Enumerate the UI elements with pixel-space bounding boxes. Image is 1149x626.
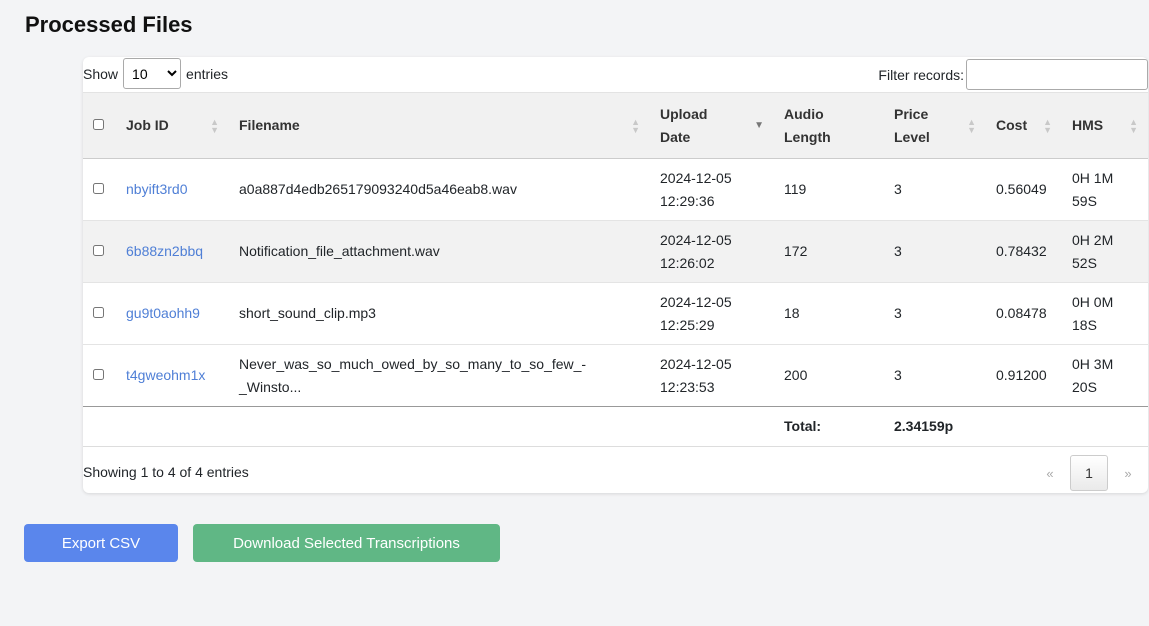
column-header-cost[interactable]: Cost ▲ ▼ xyxy=(986,92,1062,159)
filename-cell: Notification_file_attachment.wav xyxy=(239,243,440,259)
column-header-job-id[interactable]: Job ID ▲ ▼ xyxy=(116,92,229,159)
cost-cell: 0.08478 xyxy=(996,305,1047,321)
filename-cell: Never_was_so_much_owed_by_so_many_to_so_… xyxy=(239,355,587,395)
row-select-checkbox[interactable] xyxy=(93,369,104,380)
row-select-checkbox[interactable] xyxy=(93,245,104,256)
pagination: « 1 » xyxy=(1030,454,1148,492)
hms-cell: 0H 1M 59S xyxy=(1072,169,1114,209)
cost-cell: 0.91200 xyxy=(996,367,1047,383)
sort-both-icon: ▲ ▼ xyxy=(1043,116,1052,135)
price-level-cell: 3 xyxy=(894,243,902,259)
sort-both-icon: ▲ ▼ xyxy=(631,116,640,135)
sort-desc-icon: ▼ xyxy=(754,119,764,131)
processed-files-table-card: Show 10 25 50 100 entries Filter records… xyxy=(83,57,1148,493)
table-info: Showing 1 to 4 of 4 entries xyxy=(83,464,249,480)
hms-cell: 0H 2M 52S xyxy=(1072,231,1114,271)
page-title: Processed Files xyxy=(25,12,193,37)
filename-cell: short_sound_clip.mp3 xyxy=(239,305,376,321)
job-id-link[interactable]: t4gweohm1x xyxy=(126,367,205,383)
audio-length-cell: 18 xyxy=(784,305,800,321)
upload-date-cell: 2024-12-05 12:23:53 xyxy=(660,355,732,395)
next-page-button[interactable]: » xyxy=(1108,466,1148,481)
filter-control: Filter records: xyxy=(878,57,1148,92)
select-all-checkbox[interactable] xyxy=(93,119,104,130)
price-level-cell: 3 xyxy=(894,367,902,383)
table-row: gu9t0aohh9 short_sound_clip.mp3 2024-12-… xyxy=(83,282,1148,345)
filename-cell: a0a887d4edb265179093240d5a46eab8.wav xyxy=(239,181,517,197)
total-value: 2.34159p xyxy=(894,418,954,434)
show-label: Show xyxy=(83,65,119,82)
table-row: 6b88zn2bbq Notification_file_attachment.… xyxy=(83,220,1148,283)
filter-label: Filter records: xyxy=(878,66,964,83)
hms-cell: 0H 3M 20S xyxy=(1072,355,1114,395)
column-header-upload-date[interactable]: Upload Date ▼ xyxy=(650,92,774,159)
processed-files-table: Job ID ▲ ▼ Filename ▲ ▼ Upload Date ▼ Audio Len… xyxy=(83,92,1148,447)
price-level-cell: 3 xyxy=(894,305,902,321)
table-row: t4gweohm1x Never_was_so_much_owed_by_so_… xyxy=(83,344,1148,407)
job-id-link[interactable]: gu9t0aohh9 xyxy=(126,305,200,321)
cost-cell: 0.78432 xyxy=(996,243,1047,259)
entries-label: entries xyxy=(186,65,229,82)
table-footer-row: Total: 2.34159p xyxy=(83,407,1148,447)
export-csv-button[interactable]: Export CSV xyxy=(24,524,178,562)
row-select-checkbox[interactable] xyxy=(93,183,104,194)
total-label: Total: xyxy=(784,418,822,434)
column-header-price-level[interactable]: Price Level ▲ ▼ xyxy=(884,92,986,159)
table-header-row: Job ID ▲ ▼ Filename ▲ ▼ Upload Date ▼ Audio Len… xyxy=(83,92,1148,159)
audio-length-cell: 200 xyxy=(784,367,808,383)
row-select-checkbox[interactable] xyxy=(93,307,104,318)
price-level-cell: 3 xyxy=(894,181,902,197)
column-header-audio-length[interactable]: Audio Length xyxy=(774,92,884,159)
sort-both-icon: ▲ ▼ xyxy=(210,116,219,135)
page-length-control: Show 10 25 50 100 entries xyxy=(83,57,228,90)
previous-page-button[interactable]: « xyxy=(1030,466,1070,481)
table-row: nbyift3rd0 a0a887d4edb265179093240d5a46e… xyxy=(83,158,1148,221)
filter-input[interactable] xyxy=(966,59,1148,90)
column-header-filename[interactable]: Filename ▲ ▼ xyxy=(229,92,650,159)
sort-both-icon: ▲ ▼ xyxy=(1129,116,1138,135)
column-header-hms[interactable]: HMS ▲ ▼ xyxy=(1062,92,1148,159)
job-id-link[interactable]: nbyift3rd0 xyxy=(126,181,187,197)
page-length-select[interactable]: 10 25 50 100 xyxy=(123,58,182,89)
upload-date-cell: 2024-12-05 12:25:29 xyxy=(660,293,732,333)
hms-cell: 0H 0M 18S xyxy=(1072,293,1114,333)
page-1-button[interactable]: 1 xyxy=(1070,455,1108,491)
upload-date-cell: 2024-12-05 12:26:02 xyxy=(660,231,732,271)
audio-length-cell: 172 xyxy=(784,243,808,259)
audio-length-cell: 119 xyxy=(784,181,807,197)
sort-both-icon: ▲ ▼ xyxy=(967,116,976,135)
job-id-link[interactable]: 6b88zn2bbq xyxy=(126,243,203,259)
cost-cell: 0.56049 xyxy=(996,181,1047,197)
upload-date-cell: 2024-12-05 12:29:36 xyxy=(660,169,732,209)
download-selected-transcriptions-button[interactable]: Download Selected Transcriptions xyxy=(193,524,500,562)
